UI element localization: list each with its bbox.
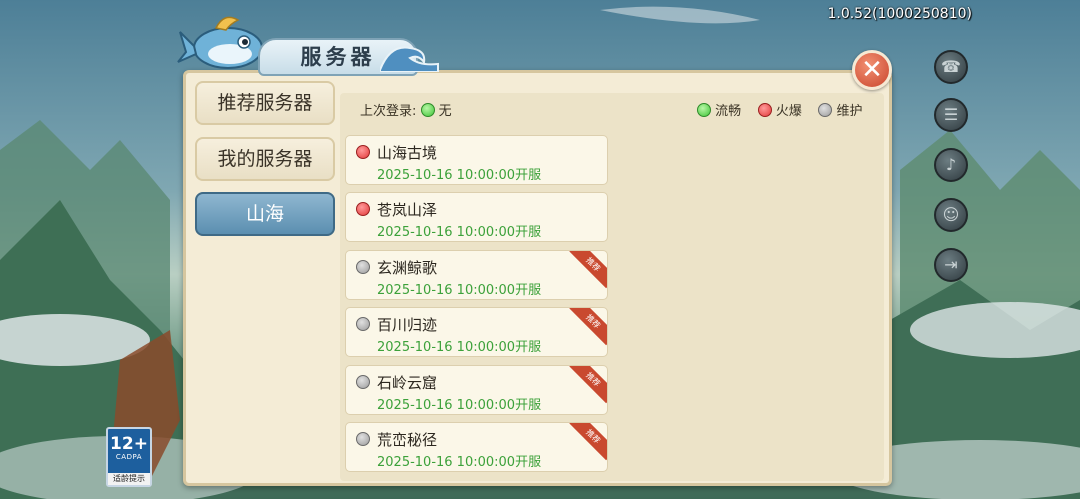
last-login-value: 无 — [438, 104, 452, 119]
server-status-dot — [356, 375, 370, 389]
server-status-dot — [356, 260, 370, 274]
legend-dot-maintenance — [818, 103, 833, 117]
last-login-status-dot — [420, 103, 435, 117]
tab-recommended-servers[interactable]: 推荐服务器 — [195, 81, 335, 125]
side-menu-item-user-center[interactable]: ☺ — [928, 198, 974, 244]
server-name: 百川归迹 — [377, 316, 438, 334]
close-button[interactable]: ✕ — [852, 50, 892, 90]
legend-label-smooth: 流畅 — [715, 104, 742, 119]
version-label: 1.0.52(1000250810) — [827, 6, 972, 22]
tab-my-servers[interactable]: 我的服务器 — [195, 137, 335, 181]
age-rating-org: CADPA — [115, 453, 143, 461]
side-menu-item-support[interactable]: ☎ — [928, 50, 974, 96]
recommended-ribbon: 推荐 — [569, 308, 607, 346]
server-card[interactable]: 百川归迹 2025-10-16 10:00:00开服 推荐 — [345, 307, 608, 357]
server-status-dot — [356, 432, 370, 446]
user-center-icon: ☺ — [934, 198, 968, 232]
server-status-dot — [356, 317, 370, 331]
status-legend: 流畅 火爆 维护 — [697, 100, 863, 119]
server-card[interactable]: 石岭云窟 2025-10-16 10:00:00开服 推荐 — [345, 365, 608, 415]
side-menu-item-notice[interactable]: ☰ — [928, 98, 974, 144]
tab-shanhai[interactable]: 山海 — [195, 192, 335, 236]
sound-icon: ♪ — [934, 148, 968, 182]
close-icon: ✕ — [861, 55, 883, 85]
server-open-time: 2025-10-16 10:00:00开服 — [377, 455, 542, 470]
headset-icon: ☎ — [934, 50, 968, 84]
server-status-dot — [356, 202, 370, 216]
server-card[interactable]: 苍岚山泽 2025-10-16 10:00:00开服 — [345, 192, 608, 242]
age-rating-badge[interactable]: 12+ CADPA 适龄提示 — [106, 427, 152, 487]
recommended-ribbon: 推荐 — [569, 366, 607, 404]
wave-decoration-icon — [380, 46, 439, 72]
exit-icon: ⇥ — [934, 248, 968, 282]
legend-dot-busy — [757, 103, 772, 117]
recommended-ribbon: 推荐 — [569, 423, 607, 461]
server-open-time: 2025-10-16 10:00:00开服 — [377, 283, 542, 298]
server-card[interactable]: 荒峦秘径 2025-10-16 10:00:00开服 推荐 — [345, 422, 608, 472]
notice-icon: ☰ — [934, 98, 968, 132]
recommended-ribbon: 推荐 — [569, 251, 607, 289]
server-open-time: 2025-10-16 10:00:00开服 — [377, 225, 542, 240]
server-open-time: 2025-10-16 10:00:00开服 — [377, 168, 542, 183]
last-login-label: 上次登录: — [360, 104, 417, 119]
server-status-dot — [356, 145, 370, 159]
server-open-time: 2025-10-16 10:00:00开服 — [377, 340, 542, 355]
server-open-time: 2025-10-16 10:00:00开服 — [377, 398, 542, 413]
server-name: 苍岚山泽 — [377, 201, 438, 219]
server-name: 玄渊鲸歌 — [377, 259, 438, 277]
side-menu-item-sound[interactable]: ♪ — [928, 148, 974, 194]
age-rating-tip: 适龄提示 — [108, 473, 150, 485]
server-name: 荒峦秘径 — [377, 431, 438, 449]
legend-dot-smooth — [697, 103, 711, 117]
age-rating-number: 12+ — [110, 434, 148, 454]
side-menu-item-exit[interactable]: ⇥ — [928, 248, 974, 294]
legend-label-busy: 火爆 — [775, 104, 802, 119]
legend-label-maintenance: 维护 — [836, 104, 863, 119]
server-card[interactable]: 山海古境 2025-10-16 10:00:00开服 — [345, 135, 608, 185]
server-name: 山海古境 — [377, 144, 438, 162]
server-card[interactable]: 玄渊鲸歌 2025-10-16 10:00:00开服 推荐 — [345, 250, 608, 300]
last-login-row: 上次登录: 无 — [360, 100, 452, 119]
server-name: 石岭云窟 — [377, 374, 438, 392]
